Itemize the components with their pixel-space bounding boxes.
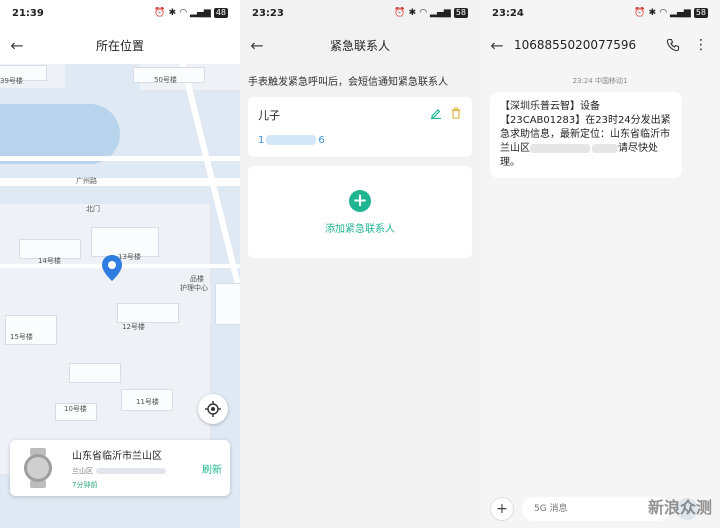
map-label: 14号楼: [38, 257, 61, 265]
location-district: 兰山区: [72, 466, 93, 475]
watermark: 新浪众测: [647, 498, 712, 517]
phone-end: 6: [318, 135, 325, 146]
signal-icon: ▂▄▆: [430, 8, 451, 18]
map-road: [0, 178, 240, 186]
top-bar: ← 所在位置: [0, 30, 240, 60]
map-label: 10号楼: [64, 405, 87, 413]
sms-actions: ⋮: [666, 38, 708, 52]
battery-icon: 48: [213, 8, 228, 18]
redacted-text: [530, 143, 590, 153]
page-title: 所在位置: [95, 38, 144, 53]
delete-icon[interactable]: [450, 107, 462, 119]
map-building: [70, 364, 120, 382]
map-label: 50号楼: [154, 76, 177, 84]
status-icons: ⏰ ✱ ◠ ▂▄▆ 58: [634, 8, 708, 18]
map-label: 11号楼: [136, 398, 159, 406]
contact-actions: [430, 107, 462, 119]
status-icons: ⏰ ✱ ◠ ▂▄▆ 58: [394, 8, 468, 18]
plus-icon[interactable]: +: [490, 497, 514, 521]
alarm-icon: ⏰: [634, 8, 646, 18]
watch-icon: [24, 448, 52, 488]
map-label: 北门: [86, 205, 100, 213]
status-time: 23:24: [492, 7, 524, 19]
alarm-icon: ⏰: [394, 8, 406, 18]
more-icon[interactable]: ⋮: [694, 38, 708, 52]
top-bar: ← 紧急联系人: [240, 30, 480, 60]
status-time: 21:39: [12, 7, 44, 19]
wifi-icon: ◠: [419, 8, 428, 18]
refresh-button[interactable]: 刷新: [202, 461, 222, 476]
status-bar: 21:39 ⏰ ✱ ◠ ▂▄▆ 48: [0, 0, 240, 26]
sender-number: 1068855020077596: [514, 38, 637, 52]
contact-phone: 16: [258, 135, 462, 146]
location-address: 山东省临沂市兰山区: [72, 450, 162, 462]
map-label: 护理中心: [180, 284, 208, 292]
message-bubble[interactable]: 【深圳乐普云智】设备【23CAB01283】在23时24分发出紧急求助信息，最新…: [490, 92, 682, 178]
map-building: [118, 304, 178, 322]
location-pin-icon: [102, 255, 122, 281]
map-label: 15号楼: [10, 333, 33, 341]
location-time: 7分钟前: [72, 480, 98, 489]
phone-start: 1: [258, 135, 265, 146]
phone-icon[interactable]: [666, 38, 680, 52]
contact-card[interactable]: 儿子 16: [248, 97, 472, 157]
page-title: 紧急联系人: [329, 38, 390, 53]
back-arrow-icon[interactable]: ←: [240, 36, 274, 55]
map-label: 广州路: [76, 177, 97, 185]
add-icon[interactable]: +: [349, 189, 371, 212]
notice-text: 手表触发紧急呼叫后，会短信通知紧急联系人: [248, 77, 448, 88]
bluetooth-icon: ✱: [168, 8, 177, 18]
status-bar: 23:24 ⏰ ✱ ◠ ▂▄▆ 58: [480, 0, 720, 26]
location-detail: 兰山区: [72, 466, 202, 476]
map-label: 12号楼: [122, 323, 145, 331]
add-contact-card[interactable]: + 添加紧急联系人: [248, 166, 472, 258]
location-screen: 21:39 ⏰ ✱ ◠ ▂▄▆ 48 ← 所在位置 39号楼 50号楼 广州路 …: [0, 0, 240, 528]
map-label: 39号楼: [0, 77, 23, 85]
bluetooth-icon: ✱: [648, 8, 657, 18]
battery-icon: 58: [453, 8, 468, 18]
signal-icon: ▂▄▆: [190, 8, 211, 18]
redacted-text: [266, 135, 317, 145]
status-time: 23:23: [252, 7, 284, 19]
redacted-text: [592, 143, 618, 153]
edit-icon[interactable]: [430, 107, 442, 119]
wifi-icon: ◠: [659, 8, 668, 18]
location-card: 山东省临沂市兰山区 兰山区 7分钟前 刷新: [10, 440, 230, 496]
bluetooth-icon: ✱: [408, 8, 417, 18]
message-meta: 23:24 中国移动1: [572, 77, 628, 85]
status-icons: ⏰ ✱ ◠ ▂▄▆ 48: [154, 8, 228, 18]
crosshair-icon: [205, 401, 221, 417]
battery-icon: 58: [693, 8, 708, 18]
wifi-icon: ◠: [179, 8, 188, 18]
back-arrow-icon[interactable]: ←: [480, 36, 514, 55]
sms-screen: 23:24 ⏰ ✱ ◠ ▂▄▆ 58 ← 1068855020077596 ⋮ …: [480, 0, 720, 528]
top-bar: ← 1068855020077596 ⋮: [480, 30, 720, 60]
back-arrow-icon[interactable]: ←: [0, 36, 34, 55]
redacted-text: [96, 467, 166, 474]
locate-button[interactable]: [198, 394, 228, 424]
map-building: [216, 284, 240, 324]
location-info: 山东省临沂市兰山区 兰山区 7分钟前: [72, 447, 202, 490]
contacts-screen: 23:23 ⏰ ✱ ◠ ▂▄▆ 58 ← 紧急联系人 手表触发紧急呼叫后，会短信…: [240, 0, 480, 528]
signal-icon: ▂▄▆: [670, 8, 691, 18]
status-bar: 23:23 ⏰ ✱ ◠ ▂▄▆ 58: [240, 0, 480, 26]
alarm-icon: ⏰: [154, 8, 166, 18]
map-water: [0, 104, 120, 164]
add-contact-label[interactable]: 添加紧急联系人: [325, 220, 395, 235]
